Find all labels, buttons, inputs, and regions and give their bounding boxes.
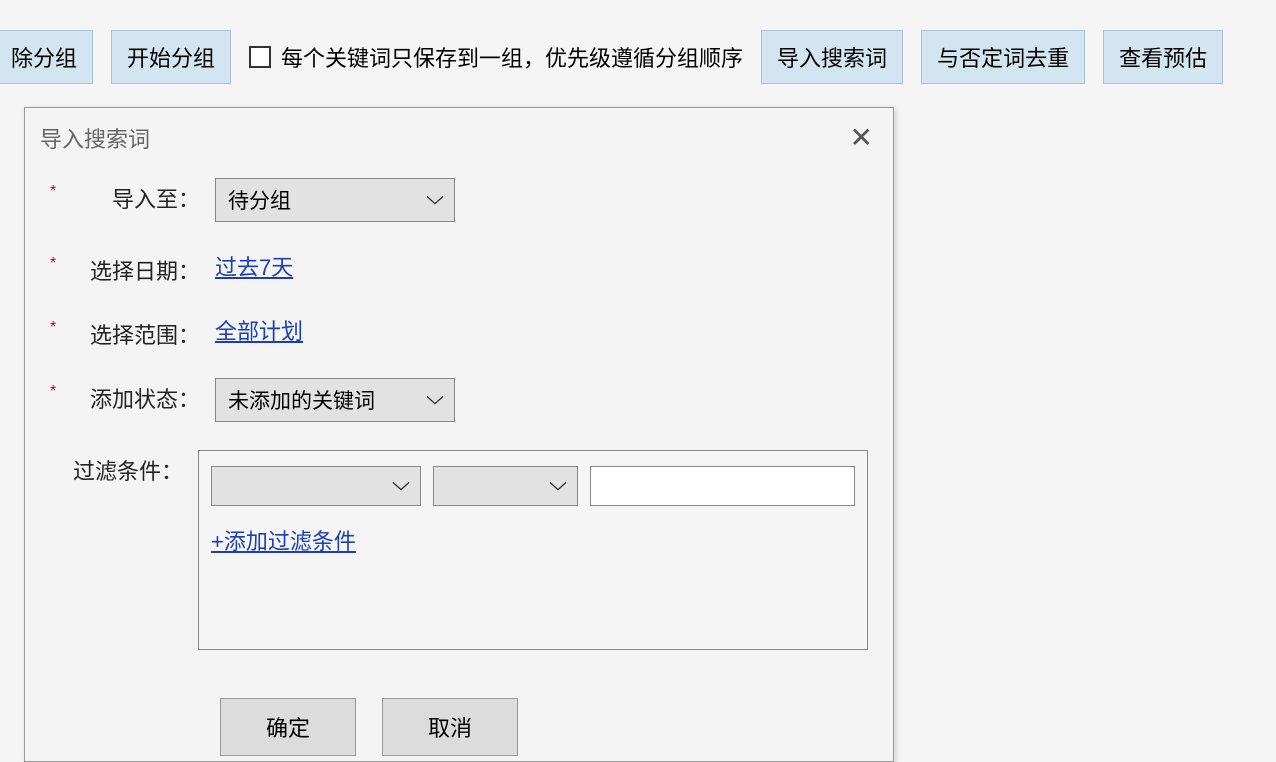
date-range-link[interactable]: 过去7天 — [215, 255, 293, 280]
filter-conditions-box: +添加过滤条件 — [198, 450, 868, 650]
label-filter-cond: 过滤条件： — [68, 450, 198, 486]
dedupe-negatives-button[interactable]: 与否定词去重 — [921, 30, 1085, 84]
import-to-select[interactable]: 待分组 — [215, 178, 455, 222]
single-group-checkbox[interactable] — [249, 46, 271, 68]
filter-field-select[interactable] — [211, 466, 421, 506]
filter-operator-select[interactable] — [433, 466, 578, 506]
label-select-scope: 选择范围： — [70, 314, 215, 350]
required-icon: * — [50, 178, 70, 201]
dialog-body: * 导入至： 待分组 * 选择日期： 过去7天 * 选择范围： 全部 — [25, 168, 893, 698]
row-add-status: * 添加状态： 未添加的关键词 — [50, 378, 868, 422]
import-to-selected-value: 待分组 — [228, 185, 291, 215]
scope-link[interactable]: 全部计划 — [215, 319, 303, 344]
chevron-down-icon — [426, 392, 444, 408]
single-group-checkbox-wrap[interactable]: 每个关键词只保存到一组，优先级遵循分组顺序 — [249, 41, 743, 73]
toolbar: 除分组 开始分组 每个关键词只保存到一组，优先级遵循分组顺序 导入搜索词 与否定… — [0, 0, 1276, 84]
label-add-status: 添加状态： — [70, 378, 215, 414]
required-icon: * — [50, 378, 70, 401]
filter-value-input[interactable] — [590, 466, 855, 506]
start-group-button[interactable]: 开始分组 — [111, 30, 231, 84]
required-icon: * — [50, 250, 70, 273]
clear-group-button[interactable]: 除分组 — [0, 30, 93, 84]
label-select-date: 选择日期： — [70, 250, 215, 286]
chevron-down-icon — [549, 478, 567, 494]
row-select-date: * 选择日期： 过去7天 — [50, 250, 868, 286]
dialog-header: 导入搜索词 ✕ — [25, 108, 893, 168]
view-estimate-button[interactable]: 查看预估 — [1103, 30, 1223, 84]
import-search-dialog: 导入搜索词 ✕ * 导入至： 待分组 * 选择日期： 过去7天 * — [24, 107, 894, 762]
ok-button[interactable]: 确定 — [220, 698, 356, 756]
dialog-title: 导入搜索词 — [40, 122, 150, 154]
row-filter-conditions: * 过滤条件： — [50, 450, 868, 650]
required-icon: * — [50, 314, 70, 337]
chevron-down-icon — [426, 192, 444, 208]
close-icon[interactable]: ✕ — [850, 124, 873, 152]
add-status-select[interactable]: 未添加的关键词 — [215, 378, 455, 422]
add-status-selected-value: 未添加的关键词 — [228, 385, 375, 415]
chevron-down-icon — [392, 478, 410, 494]
cancel-button[interactable]: 取消 — [382, 698, 518, 756]
checkbox-label: 每个关键词只保存到一组，优先级遵循分组顺序 — [281, 41, 743, 73]
add-filter-link[interactable]: +添加过滤条件 — [211, 529, 356, 554]
row-select-scope: * 选择范围： 全部计划 — [50, 314, 868, 350]
import-search-button[interactable]: 导入搜索词 — [761, 30, 903, 84]
filter-row — [211, 466, 855, 506]
label-import-to: 导入至： — [70, 178, 215, 214]
dialog-footer: 确定 取消 — [25, 698, 893, 761]
row-import-to: * 导入至： 待分组 — [50, 178, 868, 222]
